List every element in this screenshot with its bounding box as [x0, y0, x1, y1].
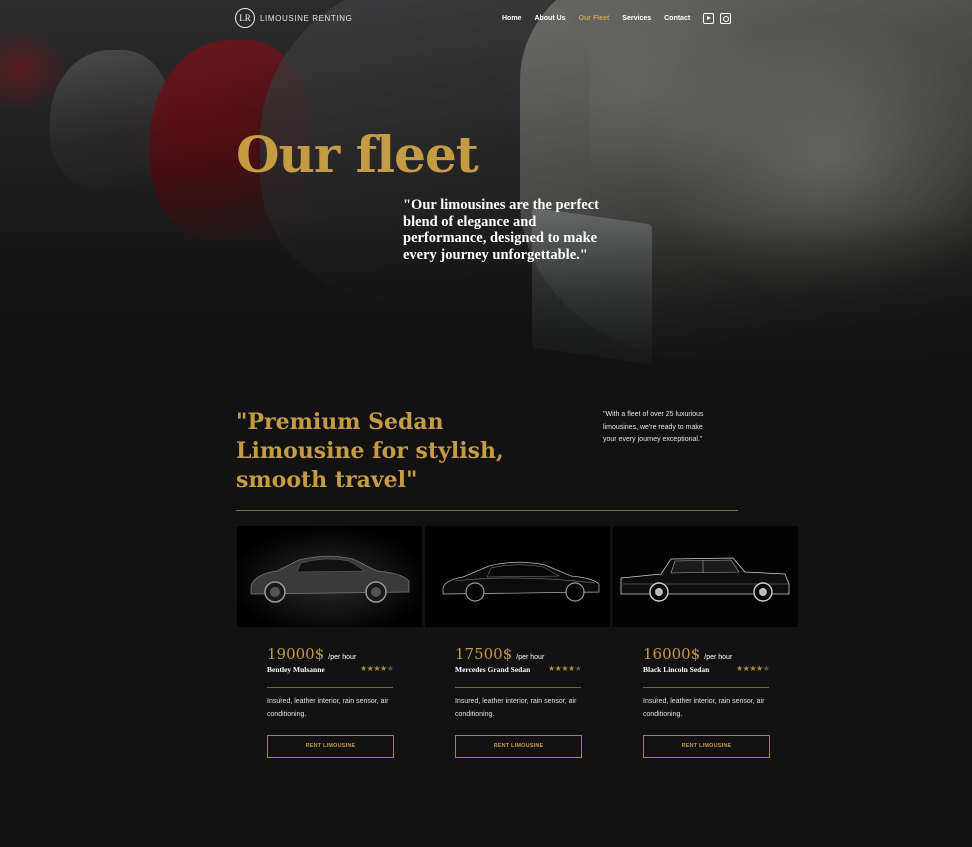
- price-unit: /per hour: [328, 654, 357, 661]
- logo-text: LIMOUSINE RENTING: [260, 13, 353, 23]
- section-divider: [236, 510, 738, 511]
- car-name: Black Lincoln Sedan: [643, 665, 710, 674]
- price: 17500$ /per hour: [455, 645, 544, 663]
- car-image-lincoln: [613, 526, 798, 627]
- star-icon: ★★★★: [548, 664, 575, 673]
- page-title: Our fleet: [236, 125, 479, 184]
- star-empty-icon: ★: [574, 664, 582, 673]
- rent-limousine-button[interactable]: RENT LIMOUSINE: [643, 735, 770, 758]
- price-unit: /per hour: [516, 654, 545, 661]
- nav-our-fleet[interactable]: Our Fleet: [579, 15, 610, 22]
- nav-services[interactable]: Services: [622, 15, 651, 22]
- car-image-mercedes: [425, 526, 610, 627]
- nav-contact[interactable]: Contact: [664, 15, 690, 22]
- instagram-icon[interactable]: [720, 13, 732, 24]
- card-divider: [455, 687, 581, 688]
- section-title: "Premium Sedan Limousine for stylish, sm…: [236, 409, 504, 493]
- site-logo[interactable]: LR LIMOUSINE RENTING: [235, 8, 352, 28]
- price-value: 16000$: [643, 645, 701, 663]
- price-value: 19000$: [267, 645, 325, 663]
- hero-banner: [0, 0, 972, 392]
- star-icon: ★★★★: [736, 664, 763, 673]
- car-card: 19000$ /per hour Bentley Mulsanne ★★★★★ …: [237, 526, 422, 776]
- rent-limousine-button[interactable]: RENT LIMOUSINE: [455, 735, 582, 758]
- card-divider: [643, 687, 769, 688]
- car-name: Bentley Mulsanne: [267, 665, 325, 674]
- nav-about-us[interactable]: About Us: [534, 15, 565, 22]
- car-description: Insured, leather interior, rain sensor, …: [643, 698, 765, 718]
- main-nav: Home About Us Our Fleet Services Contact: [502, 13, 737, 24]
- star-rating: ★★★★★: [360, 664, 394, 673]
- nav-home[interactable]: Home: [502, 15, 521, 22]
- car-description: Insured, leather interior, rain sensor, …: [455, 698, 577, 718]
- car-card: 17500$ /per hour Mercedes Grand Sedan ★★…: [425, 526, 610, 776]
- price: 19000$ /per hour: [267, 645, 356, 663]
- logo-mark: LR: [235, 8, 255, 28]
- star-rating: ★★★★★: [736, 664, 770, 673]
- section-note: "With a fleet of over 25 luxurious limou…: [603, 411, 704, 443]
- card-divider: [267, 687, 393, 688]
- price-value: 17500$: [455, 645, 513, 663]
- star-rating: ★★★★★: [548, 664, 582, 673]
- hero-overlay: [0, 0, 972, 392]
- star-icon: ★★★★: [360, 664, 387, 673]
- rent-limousine-button[interactable]: RENT LIMOUSINE: [267, 735, 394, 758]
- star-empty-icon: ★: [386, 664, 394, 673]
- car-name: Mercedes Grand Sedan: [455, 665, 531, 674]
- car-card: 16000$ /per hour Black Lincoln Sedan ★★★…: [613, 526, 798, 776]
- youtube-icon[interactable]: [703, 13, 715, 24]
- car-image-bentley: [237, 526, 422, 627]
- hero-quote: "Our limousines are the perfect blend of…: [403, 197, 599, 263]
- price: 16000$ /per hour: [643, 645, 732, 663]
- star-empty-icon: ★: [762, 664, 770, 673]
- price-unit: /per hour: [704, 654, 733, 661]
- car-description: Insured, leather interior, rain sensor, …: [267, 698, 389, 718]
